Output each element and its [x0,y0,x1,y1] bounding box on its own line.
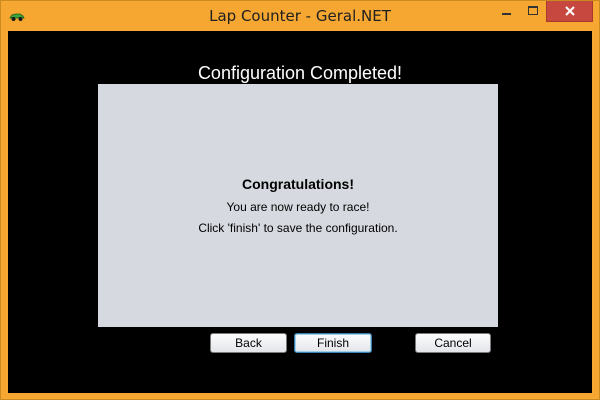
close-icon [565,6,575,16]
save-instruction: Click 'finish' to save the configuration… [198,221,398,235]
back-button[interactable]: Back [210,333,287,353]
cancel-button[interactable]: Cancel [415,333,491,353]
maximize-button[interactable] [520,1,546,22]
title-bar[interactable]: Lap Counter - Geral.NET [1,1,599,31]
page-title: Configuration Completed! [197,63,403,83]
minimize-icon [502,13,511,15]
wizard-content: Configuration Completed! Congratulations… [8,31,592,393]
close-button[interactable] [546,1,593,22]
minimize-button[interactable] [493,1,520,22]
finish-button[interactable]: Finish [294,333,372,353]
app-window: Lap Counter - Geral.NET Configuration Co… [0,0,600,400]
maximize-icon [528,6,538,15]
ready-message: You are now ready to race! [226,200,370,214]
congratulations-heading: Congratulations! [242,176,354,192]
message-panel: Congratulations! You are now ready to ra… [98,84,498,327]
